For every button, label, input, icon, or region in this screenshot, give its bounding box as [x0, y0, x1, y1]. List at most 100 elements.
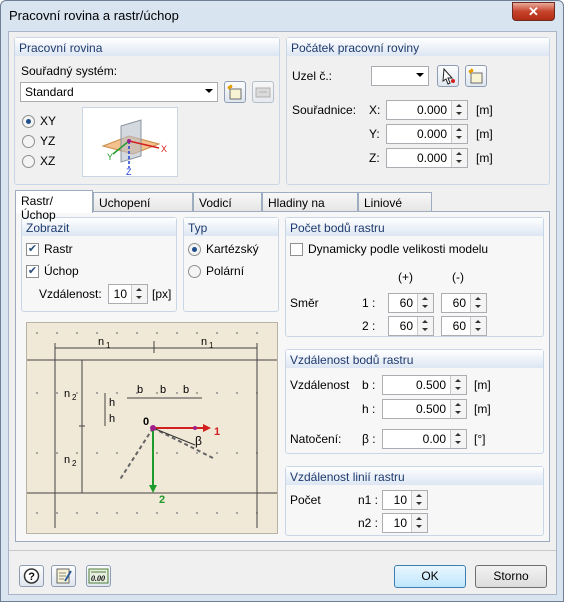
node-label: Uzel č.: — [292, 69, 333, 83]
ok-button[interactable]: OK — [394, 565, 466, 588]
work-plane-group: Pracovní rovina Souřadný systém: Standar… — [14, 37, 280, 185]
spin-arrows-icon[interactable] — [470, 317, 486, 335]
axis-z-label: Z — [126, 167, 132, 176]
tab-guide-lines[interactable]: Vodicí linie — [193, 192, 262, 224]
tab-background-layers[interactable]: Hladiny na pozadí — [262, 192, 358, 224]
h-label: h : — [362, 402, 376, 416]
spin-arrows-icon[interactable] — [451, 125, 467, 143]
node-select[interactable] — [371, 66, 429, 86]
b-label-1: b — [137, 384, 143, 396]
coord-system-select[interactable]: Standard — [20, 82, 218, 102]
spin-arrows-icon[interactable] — [451, 101, 467, 119]
type-header: Typ — [184, 218, 278, 236]
plane-xz-radio[interactable] — [22, 155, 35, 168]
beta-unit: [°] — [474, 432, 486, 446]
grid-checkbox[interactable]: ✔ — [26, 243, 39, 256]
chevron-down-icon — [205, 89, 213, 93]
units-button[interactable]: 0.00 — [86, 565, 111, 587]
row1-minus-spinner[interactable]: 60 — [441, 293, 487, 313]
beta-input-label: β : — [362, 432, 376, 446]
n2-value: 10 — [393, 516, 407, 530]
b-unit: [m] — [474, 378, 491, 392]
spin-arrows-icon[interactable] — [450, 400, 466, 418]
spin-arrows-icon[interactable] — [417, 294, 433, 312]
row1-label: 1 : — [362, 296, 376, 310]
b-spinner[interactable]: 0.500 — [382, 375, 467, 395]
n2-bottom-label: n — [64, 454, 70, 466]
title-bar: Pracovní rovina a rastr/úchop ✕ — [1, 1, 563, 31]
origin-z-spinner[interactable]: 0.000 — [386, 148, 468, 168]
h-label-2: h — [109, 413, 115, 425]
edit-notes-button[interactable] — [51, 565, 76, 587]
x-unit: [m] — [476, 103, 493, 117]
coord-system-label: Souřadný systém: — [21, 64, 118, 78]
cartesian-radio[interactable] — [188, 243, 201, 256]
n1-spinner[interactable]: 10 — [382, 490, 428, 510]
row2-plus-spinner[interactable]: 60 — [388, 316, 434, 336]
dynamic-checkbox[interactable] — [290, 243, 303, 256]
b-label-2: b — [160, 384, 166, 396]
col-plus-label: (+) — [398, 270, 413, 284]
spin-arrows-icon[interactable] — [451, 149, 467, 167]
plane-yz-radio[interactable] — [22, 135, 35, 148]
svg-text:0.00: 0.00 — [91, 574, 105, 583]
row1-plus-spinner[interactable]: 60 — [388, 293, 434, 313]
type-group: Typ Kartézský Polární — [183, 217, 279, 312]
axis-x-label: X — [161, 144, 167, 154]
beta-label: β — [195, 434, 202, 448]
spin-arrows-icon[interactable] — [470, 294, 486, 312]
axis-1-label: 1 — [214, 426, 220, 438]
close-button[interactable]: ✕ — [512, 2, 555, 21]
edit-coord-system-button[interactable] — [252, 81, 274, 103]
origin-group: Počátek pracovní roviny Uzel č.: Souřadn… — [286, 37, 550, 185]
spin-arrows-icon[interactable] — [131, 285, 147, 303]
polar-radio[interactable] — [188, 265, 201, 278]
y-unit: [m] — [476, 127, 493, 141]
origin-x-value: 0.000 — [416, 103, 447, 117]
spin-arrows-icon[interactable] — [450, 430, 466, 448]
distance-label: Vzdálenost — [290, 378, 350, 392]
new-node-button[interactable] — [465, 65, 487, 87]
dynamic-label: Dynamicky podle velikosti modelu — [308, 242, 489, 256]
b-label-3: b — [183, 384, 189, 396]
b-label: b : — [362, 378, 376, 392]
snap-distance-spinner[interactable]: 10 — [108, 284, 148, 304]
cancel-button[interactable]: Storno — [475, 565, 547, 588]
z-unit: [m] — [476, 151, 493, 165]
axis-y-label: Y — [107, 152, 113, 162]
beta-spinner[interactable]: 0.00 — [382, 429, 467, 449]
help-button[interactable]: ? — [19, 565, 44, 587]
h-label-1: h — [109, 397, 115, 409]
snap-distance-unit: [px] — [152, 287, 172, 301]
spin-arrows-icon[interactable] — [411, 491, 427, 509]
pick-node-button[interactable] — [437, 65, 459, 87]
row2-minus-spinner[interactable]: 60 — [441, 316, 487, 336]
plane-xy-radio[interactable] — [22, 115, 35, 128]
row1-minus-value: 60 — [452, 296, 466, 310]
n1-left-sub: 1 — [106, 341, 111, 350]
n2-top-label: n — [64, 388, 70, 400]
row1-plus-value: 60 — [399, 296, 413, 310]
n2-spinner[interactable]: 10 — [382, 513, 428, 533]
chevron-down-icon — [416, 73, 424, 77]
display-group: Zobrazit ✔ Rastr ✔ Úchop Vzdálenost: 10 … — [21, 217, 177, 312]
spin-arrows-icon[interactable] — [450, 376, 466, 394]
tab-grid-snap[interactable]: Rastr/Úchop — [15, 190, 93, 222]
dialog-client: Pracovní rovina Souřadný systém: Standar… — [8, 31, 557, 595]
spin-arrows-icon[interactable] — [411, 514, 427, 532]
origin-x-spinner[interactable]: 0.000 — [386, 100, 468, 120]
origin-y-value: 0.000 — [416, 127, 447, 141]
h-spinner[interactable]: 0.500 — [382, 399, 467, 419]
snap-checkbox[interactable]: ✔ — [26, 265, 39, 278]
spin-arrows-icon[interactable] — [417, 317, 433, 335]
rotation-label: Natočení: — [290, 432, 342, 446]
new-coord-system-button[interactable] — [224, 81, 246, 103]
coord-system-value: Standard — [25, 85, 74, 99]
grid-points-header: Počet bodů rastru — [286, 218, 543, 236]
tab-object-snap[interactable]: Uchopení objektu — [93, 192, 193, 224]
grid-distance-header: Vzdálenost bodů rastru — [286, 350, 543, 368]
origin-y-spinner[interactable]: 0.000 — [386, 124, 468, 144]
tab-line-grids[interactable]: Liniové rastry — [358, 192, 432, 224]
plane-preview: X Y Z — [82, 107, 178, 177]
grid-diagram: n 1 n 1 n 2 n 2 b b b h h 0 β 1 2 — [26, 322, 278, 534]
